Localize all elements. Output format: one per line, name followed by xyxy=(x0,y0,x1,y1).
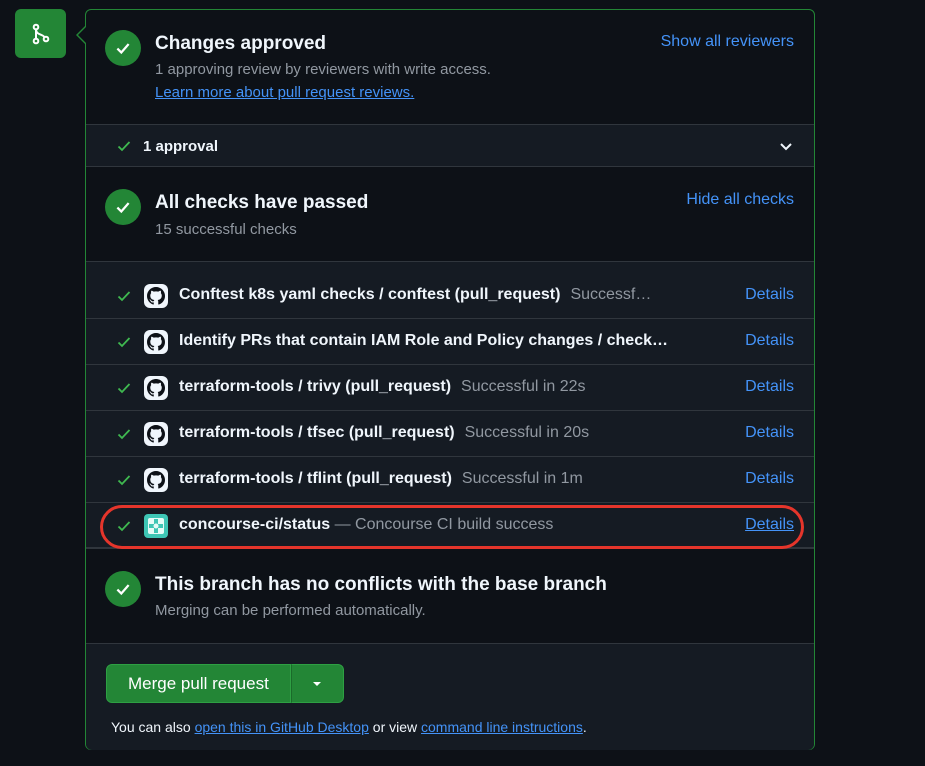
approval-count: 1 approval xyxy=(143,138,219,155)
merge-footer: Merge pull request You can also open thi… xyxy=(86,643,814,750)
checks-section: All checks have passed 15 successful che… xyxy=(86,167,814,261)
approval-summary-row[interactable]: 1 approval xyxy=(86,124,814,167)
github-logo-icon xyxy=(144,422,168,446)
check-row: terraform-tools / trivy (pull_request) Su… xyxy=(86,365,814,411)
details-link[interactable]: Details xyxy=(745,332,794,350)
show-all-reviewers-link[interactable]: Show all reviewers xyxy=(661,33,794,51)
check-icon xyxy=(116,288,132,309)
details-link[interactable]: Details xyxy=(745,286,794,304)
approval-section: Changes approved 1 approving review by r… xyxy=(86,10,814,124)
check-icon xyxy=(116,518,132,539)
merge-box: Changes approved 1 approving review by r… xyxy=(85,9,815,750)
merge-pull-request-button[interactable]: Merge pull request xyxy=(106,664,291,703)
conflicts-subtitle: Merging can be performed automatically. xyxy=(155,602,426,619)
note-text: . xyxy=(582,719,587,735)
check-name: terraform-tools / tflint (pull_request) xyxy=(179,470,452,487)
conflicts-title: This branch has no conflicts with the ba… xyxy=(155,574,607,595)
note-text: or view xyxy=(368,719,422,735)
merge-alternatives-note: You can also open this in GitHub Desktop… xyxy=(111,719,587,735)
check-name: concourse-ci/status xyxy=(179,516,331,533)
github-desktop-link[interactable]: open this in GitHub Desktop xyxy=(195,719,369,735)
github-logo-icon xyxy=(144,468,168,492)
check-name: terraform-tools / tfsec (pull_request) xyxy=(179,424,455,441)
merge-button-group: Merge pull request xyxy=(106,664,344,703)
approved-subtitle: 1 approving review by reviewers with wri… xyxy=(155,61,491,78)
github-logo-icon xyxy=(144,330,168,354)
hide-all-checks-link[interactable]: Hide all checks xyxy=(686,191,794,209)
merge-options-dropdown[interactable] xyxy=(290,664,344,703)
details-link[interactable]: Details xyxy=(745,378,794,396)
learn-more-reviews-link[interactable]: Learn more about pull request reviews. xyxy=(155,84,414,101)
check-status: Successful in 22s xyxy=(461,378,586,395)
note-text: You can also xyxy=(111,719,195,735)
check-icon xyxy=(116,138,132,154)
check-icon xyxy=(116,426,132,447)
check-status: — Concourse CI build success xyxy=(334,516,554,533)
checks-list: Conftest k8s yaml checks / conftest (pul… xyxy=(86,261,814,549)
timeline-pointer-inner xyxy=(78,27,86,43)
details-link[interactable]: Details xyxy=(745,424,794,442)
approved-title: Changes approved xyxy=(155,33,327,54)
check-status: Successful in 1m xyxy=(461,470,583,487)
checks-passed-icon xyxy=(105,189,141,225)
pull-request-merge-icon xyxy=(15,9,66,58)
checks-title: All checks have passed xyxy=(155,192,369,213)
command-line-instructions-link[interactable]: command line instructions xyxy=(421,719,583,735)
check-icon xyxy=(116,334,132,355)
check-row: Conftest k8s yaml checks / conftest (pul… xyxy=(86,273,814,319)
no-conflicts-check-icon xyxy=(105,571,141,607)
check-name: Identify PRs that contain IAM Role and P… xyxy=(179,332,668,349)
caret-down-icon xyxy=(313,681,322,686)
check-status: Successf… xyxy=(570,286,652,303)
github-logo-icon xyxy=(144,284,168,308)
chevron-down-icon[interactable] xyxy=(778,138,794,159)
details-link[interactable]: Details xyxy=(745,470,794,488)
check-row-concourse: concourse-ci/status — Concourse CI build… xyxy=(86,503,814,549)
conflicts-section: This branch has no conflicts with the ba… xyxy=(86,548,814,643)
check-icon xyxy=(116,380,132,401)
approved-check-icon xyxy=(105,30,141,66)
check-row: terraform-tools / tflint (pull_request) S… xyxy=(86,457,814,503)
check-row: terraform-tools / tfsec (pull_request) Su… xyxy=(86,411,814,457)
check-row: Identify PRs that contain IAM Role and P… xyxy=(86,319,814,365)
checks-subtitle: 15 successful checks xyxy=(155,221,297,238)
check-name: terraform-tools / trivy (pull_request) xyxy=(179,378,452,395)
concourse-ci-logo-icon xyxy=(144,514,168,538)
check-status: Successful in 20s xyxy=(464,424,590,441)
details-link[interactable]: Details xyxy=(745,516,794,534)
check-icon xyxy=(116,472,132,493)
check-name: Conftest k8s yaml checks / conftest (pul… xyxy=(179,286,561,303)
github-logo-icon xyxy=(144,376,168,400)
